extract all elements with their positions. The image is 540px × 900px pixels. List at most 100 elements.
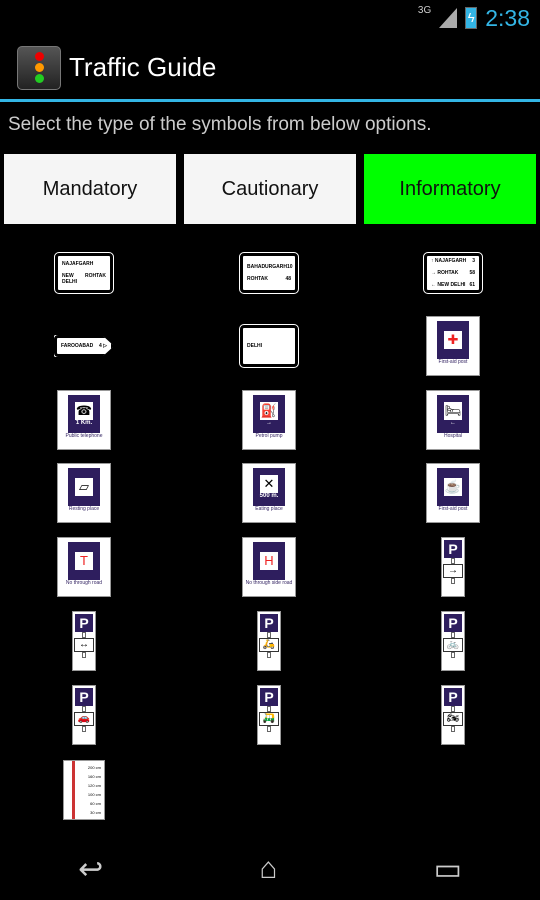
sign-item[interactable]: P 🛵 <box>257 611 281 671</box>
instruction-text: Select the type of the symbols from belo… <box>8 114 432 135</box>
sign-line: FAROOABAD 4 ▷ <box>61 343 107 349</box>
sign-text: 48 <box>285 276 291 282</box>
height-mark: 120 cm <box>87 783 101 788</box>
telephone-icon: ☎ <box>75 402 93 420</box>
sign-text: ↑ NAJAFGARH <box>431 258 467 264</box>
informatory-button[interactable]: Informatory <box>364 154 536 224</box>
sign-text: 61 <box>469 282 475 288</box>
sign-item[interactable]: T No through road <box>57 537 111 597</box>
parking-both-directions-icon: ↔ <box>74 638 94 652</box>
sign-post <box>82 726 86 732</box>
sign-text: NAJAFGARH <box>62 261 94 267</box>
sign-panel: H <box>253 542 285 580</box>
sign-text: ← NEW DELHI <box>431 282 466 288</box>
hospital-icon: 🛏 <box>444 402 462 420</box>
sign-item[interactable]: ☎ 1 Km. Public telephone <box>57 390 111 450</box>
sign-text: 3 <box>472 258 475 264</box>
eating-place-icon: ✕ <box>260 475 278 493</box>
clock: 2:38 <box>485 4 530 31</box>
sign-item[interactable]: 🛏 ← Hospital <box>426 390 480 450</box>
sign-text: → ROHTAK <box>431 270 459 276</box>
parking-p-icon: P <box>260 688 278 706</box>
recent-apps-icon[interactable]: ▭ <box>434 852 462 887</box>
sign-item[interactable]: ▱ Resting place <box>57 463 111 523</box>
parking-p-icon: P <box>444 614 462 632</box>
action-bar: Traffic Guide <box>0 36 540 102</box>
network-type: 3G <box>417 4 432 16</box>
sign-text: ROHTAK <box>247 276 269 282</box>
height-mark: 160 cm <box>87 774 101 779</box>
sign-item[interactable]: ☕ First-aid post <box>426 463 480 523</box>
sign-text: 4 ▷ <box>98 343 107 349</box>
navigation-bar: ↩ ⌂ ▭ <box>0 838 540 900</box>
sign-item[interactable]: P 🏍 <box>441 685 465 745</box>
sign-item[interactable]: DELHI <box>239 324 299 368</box>
sign-distance: ← <box>450 420 456 426</box>
sign-item[interactable]: ✕ 500 m. Eating place <box>242 463 296 523</box>
sign-caption: Public telephone <box>65 433 103 439</box>
sign-panel: ✕ 500 m. <box>253 468 285 506</box>
sign-post <box>82 652 86 658</box>
petrol-pump-icon: ⛽ <box>260 402 278 420</box>
status-bar: 3G ϟ 2:38 <box>0 0 540 36</box>
no-through-side-road-icon: H <box>260 552 278 570</box>
height-mark: 100 cm <box>87 792 101 797</box>
back-icon[interactable]: ↩ <box>78 852 103 887</box>
sign-item[interactable]: P 🛺 <box>257 685 281 745</box>
sign-item[interactable]: BAHADURGARH 10 ROHTAK 48 <box>239 252 299 294</box>
sign-post <box>267 652 271 658</box>
sign-line: NAJAFGARH <box>62 261 106 267</box>
height-mark: 30 cm <box>90 810 101 815</box>
sign-item[interactable]: P 🚲 <box>441 611 465 671</box>
sign-panel: ☎ 1 Km. <box>68 395 100 433</box>
sign-item[interactable]: NAJAFGARH NEW DELHI ROHTAK <box>54 252 114 294</box>
sign-caption: Eating place <box>255 506 283 512</box>
sign-line: ← NEW DELHI 61 <box>431 282 475 288</box>
parking-p-icon: P <box>75 688 93 706</box>
parking-motorcycle-icon: 🏍 <box>443 712 463 726</box>
sign-caption: Petrol pump <box>255 433 283 439</box>
home-icon[interactable]: ⌂ <box>259 852 277 886</box>
resting-place-icon: ▱ <box>75 478 93 496</box>
height-mark: 60 cm <box>90 801 101 806</box>
sign-text: BAHADURGARH <box>247 264 287 270</box>
sign-line: ROHTAK 48 <box>247 276 291 282</box>
sign-item[interactable]: 200 cm 160 cm 120 cm 100 cm 60 cm 30 cm <box>63 760 105 820</box>
sign-caption: No through side road <box>245 580 293 586</box>
sign-post <box>451 652 455 658</box>
traffic-light-icon[interactable] <box>17 45 61 90</box>
sign-caption: First-aid post <box>438 506 468 512</box>
first-aid-icon: ✚ <box>444 331 462 349</box>
sign-item[interactable]: ↑ NAJAFGARH 3 → ROHTAK 58 ← NEW DELHI 61 <box>423 252 483 294</box>
parking-p-icon: P <box>75 614 93 632</box>
parking-cycle-icon: 🚲 <box>443 638 463 652</box>
sign-line: DELHI <box>247 343 291 349</box>
mandatory-button[interactable]: Mandatory <box>4 154 176 224</box>
sign-item[interactable]: H No through side road <box>242 537 296 597</box>
sign-item[interactable]: ⛽ → Petrol pump <box>242 390 296 450</box>
sign-line: → ROHTAK 58 <box>431 270 475 276</box>
sign-item[interactable]: P 🚗 <box>72 685 96 745</box>
parking-scooter-icon: 🛵 <box>259 638 279 652</box>
signal-icon <box>439 8 458 28</box>
sign-line: NEW DELHI ROHTAK <box>62 273 106 285</box>
cup-icon: ☕ <box>444 478 462 496</box>
sign-panel: ☕ <box>437 468 469 506</box>
sign-panel: ⛽ → <box>253 395 285 433</box>
sign-post <box>451 726 455 732</box>
app-title: Traffic Guide <box>69 52 217 82</box>
sign-panel: T <box>68 542 100 580</box>
sign-caption: Hospital <box>443 433 463 439</box>
sign-item[interactable]: P → <box>441 537 465 597</box>
sign-line: BAHADURGARH 10 <box>247 264 293 270</box>
parking-car-icon: 🚗 <box>74 712 94 726</box>
cautionary-button[interactable]: Cautionary <box>184 154 356 224</box>
sign-post <box>267 726 271 732</box>
battery-charging-icon: ϟ <box>465 7 478 29</box>
sign-item[interactable]: FAROOABAD 4 ▷ <box>54 335 114 357</box>
sign-panel: ✚ <box>437 321 469 359</box>
sign-text: FAROOABAD <box>61 343 94 349</box>
sign-item[interactable]: ✚ First-aid post <box>426 316 480 376</box>
sign-caption: Resting place <box>68 506 100 512</box>
sign-item[interactable]: P ↔ <box>72 611 96 671</box>
